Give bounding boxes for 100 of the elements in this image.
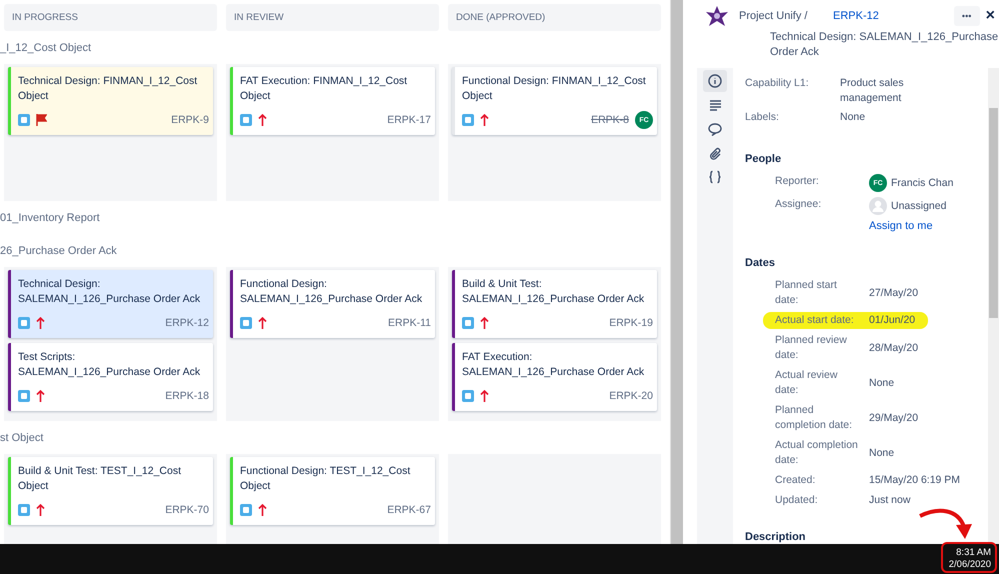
swimlane-title[interactable]: st Object xyxy=(0,432,44,444)
section-heading: People xyxy=(745,153,782,165)
sidebar-tab[interactable] xyxy=(703,70,727,92)
arrow-up-icon xyxy=(36,390,45,402)
field-label: Actual start date: xyxy=(775,313,855,328)
issue-title: Technical Design: SALEMAN_I_126_Purchase Order Ack xyxy=(769,30,999,60)
arrow-up-icon xyxy=(36,504,45,516)
field-value: Francis Chan xyxy=(891,176,954,190)
annotation-arrow xyxy=(918,507,974,541)
assign-link[interactable]: Assign to me xyxy=(869,219,988,234)
issue-key-link[interactable]: ERPK-12 xyxy=(833,10,879,22)
project-breadcrumb[interactable]: Project Unify / xyxy=(739,10,833,22)
story-icon xyxy=(462,390,474,402)
card-title: Technical Design: FINMAN_I_12_Cost Object xyxy=(18,74,198,104)
info-icon xyxy=(708,74,722,88)
column-header: IN REVIEW xyxy=(226,4,439,31)
star-logo-icon xyxy=(705,4,729,28)
field-label: Planned review date: xyxy=(775,333,848,363)
field-label: Labels: xyxy=(745,110,780,125)
issue-card[interactable]: Functional Design: TEST_I_12_Cost Object ERPK-67 xyxy=(230,457,435,525)
highlight-ring xyxy=(941,542,997,573)
scrollbar[interactable] xyxy=(670,0,683,544)
section-heading: Description xyxy=(745,531,807,543)
field-value: None xyxy=(840,110,866,125)
issue-key: ERPK-67 xyxy=(387,504,431,516)
field-label: Assignee: xyxy=(775,197,822,212)
column-header: DONE (APPROVED) xyxy=(448,4,661,31)
story-icon xyxy=(18,114,30,126)
field-value: None xyxy=(869,376,894,390)
field-label: Actual review date: xyxy=(775,368,838,398)
arrow-up-icon xyxy=(258,114,267,126)
field-value: Unassigned xyxy=(891,198,946,214)
flag-icon xyxy=(36,114,47,126)
field-value: 01/Jun/20 xyxy=(869,313,916,328)
card-title: FAT Execution: FINMAN_I_12_Cost Object xyxy=(240,74,408,104)
scrollbar[interactable] xyxy=(988,68,999,544)
issue-key: ERPK-19 xyxy=(609,317,653,329)
card-title: Functional Design: FINMAN_I_12_Cost Object xyxy=(462,74,647,104)
issue-key: ERPK-9 xyxy=(171,114,209,126)
card-title: Functional Design: SALEMAN_I_126_Purchase Order Ack xyxy=(240,277,424,307)
column-header: IN PROGRESS xyxy=(4,4,217,31)
issue-card[interactable]: FAT Execution: SALEMAN_I_126_Purchase Order Ack ERPK-20 xyxy=(452,343,657,411)
story-icon xyxy=(18,504,30,516)
arrow-up-icon xyxy=(258,317,267,329)
section-heading: Dates xyxy=(745,257,776,269)
arrow-up-icon xyxy=(480,317,489,329)
issue-card[interactable]: FAT Execution: FINMAN_I_12_Cost Object ERPK-17 xyxy=(230,67,435,135)
card-title: FAT Execution: SALEMAN_I_126_Purchase Order Ack xyxy=(462,350,646,380)
issue-card[interactable]: Technical Design: FINMAN_I_12_Cost Object ERPK-9 xyxy=(8,67,213,135)
issue-card[interactable]: Functional Design: SALEMAN_I_126_Purchase Order Ack ERPK-11 xyxy=(230,270,435,338)
field-value: 15/May/20 6:19 PM xyxy=(869,473,960,488)
arrow-up-icon xyxy=(480,390,489,402)
field-value: None xyxy=(869,446,894,460)
issue-key: ERPK-11 xyxy=(388,317,431,329)
arrow-up-icon xyxy=(36,317,45,329)
issue-key: ERPK-8 xyxy=(591,114,629,126)
field-label: Updated: xyxy=(775,493,819,508)
issue-key: ERPK-20 xyxy=(609,390,653,402)
story-icon xyxy=(18,317,30,329)
field-label: Planned start date: xyxy=(775,278,838,308)
issue-card[interactable]: Technical Design: SALEMAN_I_126_Purchase Order Ack ERPK-12 xyxy=(8,270,213,338)
field-value: Product sales management xyxy=(840,76,905,106)
story-icon xyxy=(240,504,252,516)
card-title: Functional Design: TEST_I_12_Cost Object xyxy=(240,464,412,494)
swimlane-title[interactable]: _I_12_Cost Object xyxy=(0,42,92,54)
field-value: Just now xyxy=(869,493,910,508)
card-title: Build & Unit Test: TEST_I_12_Cost Object xyxy=(18,464,182,494)
card-title: Build & Unit Test: SALEMAN_I_126_Purchase Order Ack xyxy=(462,277,646,307)
clock[interactable]: 8:31 AM 2/06/2020 xyxy=(948,547,991,571)
story-icon xyxy=(240,114,252,126)
issue-key: ERPK-12 xyxy=(165,317,209,329)
issue-key: ERPK-18 xyxy=(165,390,209,402)
field-value: 27/May/20 xyxy=(869,286,918,300)
arrow-up-icon xyxy=(258,504,267,516)
field-value: 29/May/20 xyxy=(869,410,918,426)
story-icon xyxy=(462,114,474,126)
issue-key: ERPK-17 xyxy=(387,114,431,126)
issue-key: ERPK-70 xyxy=(165,504,209,516)
field-label: Capability L1: xyxy=(745,76,810,91)
lines-icon xyxy=(708,99,722,111)
more-button[interactable]: ••• xyxy=(954,6,980,26)
card-title: Technical Design: SALEMAN_I_126_Purchase Order Ack xyxy=(18,277,202,307)
swimlane-title[interactable]: 26_Purchase Order Ack xyxy=(0,244,117,256)
field-label: Planned completion date: xyxy=(775,403,854,433)
user-icon xyxy=(869,197,887,215)
field-label: Created: xyxy=(775,473,816,488)
field-label: Reporter: xyxy=(775,174,820,189)
card-title: Test Scripts: SALEMAN_I_126_Purchase Order Ack xyxy=(18,350,202,380)
arrow-up-icon xyxy=(480,114,489,126)
field-value: 28/May/20 xyxy=(869,340,918,356)
issue-card[interactable]: Build & Unit Test: SALEMAN_I_126_Purchase Order Ack ERPK-19 xyxy=(452,270,657,338)
issue-card[interactable]: Build & Unit Test: TEST_I_12_Cost Object ERPK-70 xyxy=(8,457,213,525)
issue-card[interactable]: Test Scripts: SALEMAN_I_126_Purchase Order Ack ERPK-18 xyxy=(8,343,213,411)
paperclip-icon xyxy=(708,146,722,160)
close-button[interactable]: × xyxy=(980,7,999,25)
field-label: Actual completion date: xyxy=(775,438,859,468)
braces-icon xyxy=(708,170,722,184)
story-icon xyxy=(240,317,252,329)
swimlane-title[interactable]: 01_Inventory Report xyxy=(0,212,100,224)
story-icon xyxy=(462,317,474,329)
